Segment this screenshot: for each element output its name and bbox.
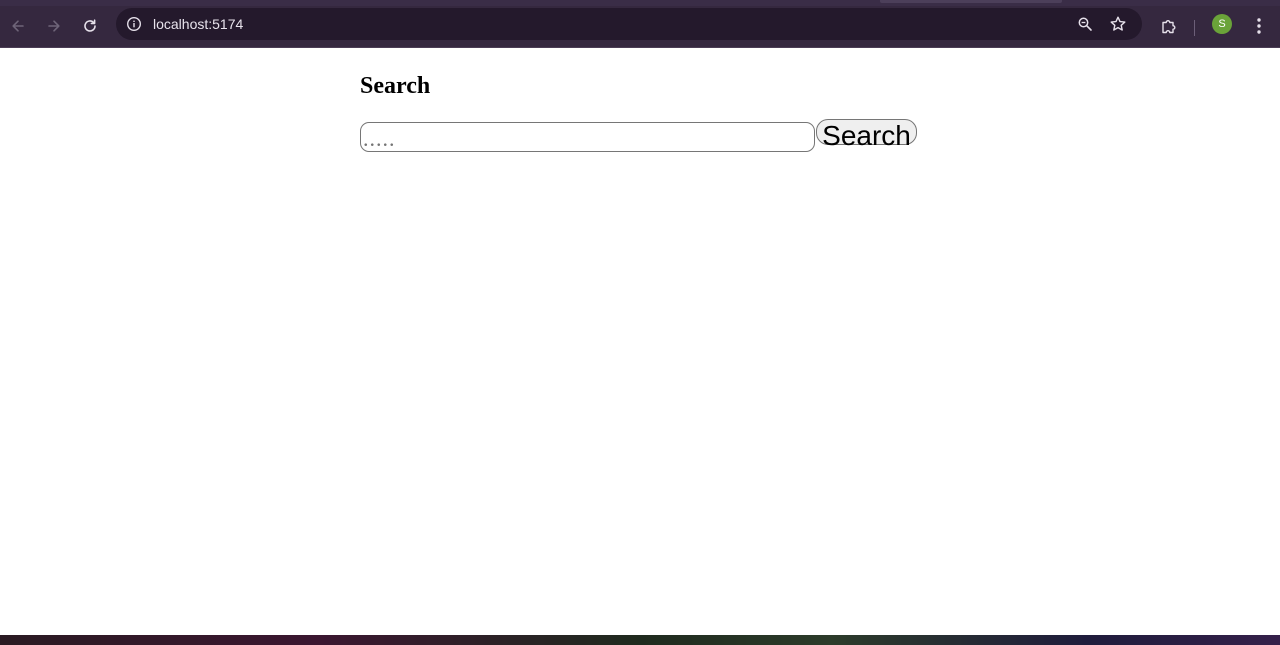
puzzle-icon[interactable] — [1154, 11, 1184, 41]
search-button-label: Search — [822, 120, 911, 151]
page-title: Search — [360, 73, 431, 99]
page-content: Search Search — [0, 48, 1280, 635]
arrow-right-icon — [46, 18, 62, 34]
kebab-menu-icon[interactable] — [1244, 11, 1274, 41]
arrow-left-icon — [10, 18, 26, 34]
tab-indicator[interactable] — [880, 0, 1062, 3]
info-icon[interactable] — [122, 12, 146, 36]
url-text[interactable]: localhost:5174 — [153, 16, 243, 32]
reload-button[interactable] — [74, 10, 106, 42]
address-bar[interactable]: localhost:5174 — [116, 8, 1142, 40]
search-button[interactable]: Search — [816, 119, 917, 150]
profile-avatar[interactable]: S — [1212, 14, 1232, 34]
toolbar-divider — [1194, 20, 1195, 36]
star-icon[interactable] — [1104, 12, 1132, 36]
zoom-icon[interactable] — [1071, 12, 1099, 36]
browser-toolbar: localhost:5174 S — [0, 6, 1280, 48]
back-button[interactable] — [2, 10, 34, 42]
reload-icon — [82, 18, 98, 34]
search-input[interactable] — [360, 122, 815, 152]
forward-button[interactable] — [38, 10, 70, 42]
os-taskbar — [0, 635, 1280, 645]
